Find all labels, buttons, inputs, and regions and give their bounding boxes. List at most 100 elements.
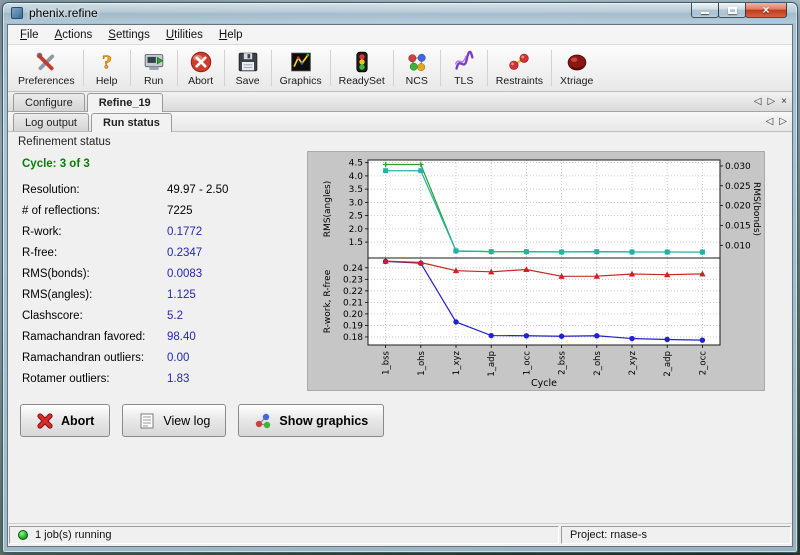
svg-text:?: ?	[102, 52, 112, 74]
stat-value: 7225	[167, 205, 193, 217]
svg-text:0.23: 0.23	[343, 275, 363, 285]
toolbar-button-graphics[interactable]: Graphics	[273, 46, 329, 90]
minimize-icon	[701, 12, 709, 14]
svg-text:3.5: 3.5	[349, 185, 363, 195]
refinement-chart: 4.54.03.53.02.52.01.50.0300.0250.0200.01…	[308, 152, 764, 390]
status-row: R-free:0.2347	[18, 242, 308, 263]
show-graphics-button[interactable]: Show graphics	[238, 404, 384, 437]
cycle-label: Cycle: 3 of 3	[22, 158, 308, 170]
action-buttons: Abort View log	[20, 404, 782, 437]
menu-file[interactable]: File	[12, 27, 47, 43]
stat-label: Resolution:	[22, 184, 167, 196]
menu-actions[interactable]: Actions	[47, 27, 101, 43]
view-log-button[interactable]: View log	[122, 404, 226, 437]
toolbar-label: Graphics	[280, 75, 322, 87]
abort-button[interactable]: Abort	[20, 404, 110, 437]
svg-text:R-work, R-free: R-work, R-free	[323, 269, 333, 333]
toolbar-label: Help	[96, 75, 118, 87]
svg-text:Cycle: Cycle	[531, 378, 557, 389]
refinement-stats: Cycle: 3 of 3 Resolution:49.97 - 2.50# o…	[18, 152, 308, 390]
svg-text:4.5: 4.5	[349, 159, 363, 169]
window-body: File Actions Settings Utilities Help Pre…	[7, 24, 793, 547]
tab-run-status[interactable]: Run status	[91, 113, 172, 132]
app-window: phenix.refine × File Actions Settings Ut…	[2, 2, 798, 553]
toolbar-separator	[224, 50, 225, 86]
status-main-row: Cycle: 3 of 3 Resolution:49.97 - 2.50# o…	[18, 152, 782, 390]
toolbar-label: Restraints	[496, 75, 543, 87]
svg-text:0.030: 0.030	[725, 162, 751, 172]
restraints-icon	[506, 49, 532, 75]
status-row: Ramachandran favored:98.40	[18, 326, 308, 347]
title-bar[interactable]: phenix.refine ×	[3, 3, 797, 23]
sub-tab-nav: ◁ ▷	[766, 117, 787, 131]
menu-utilities[interactable]: Utilities	[158, 27, 211, 43]
status-row: Clashscore:5.2	[18, 305, 308, 326]
menu-help[interactable]: Help	[211, 27, 251, 43]
stat-value: 49.97 - 2.50	[167, 184, 228, 196]
status-row: Ramachandran outliers:0.00	[18, 347, 308, 368]
toolbar-button-ncs[interactable]: NCS	[395, 46, 439, 90]
jobs-status-cell: 1 job(s) running	[9, 526, 559, 544]
window-controls: ×	[692, 3, 787, 18]
toolbar-button-restraints[interactable]: Restraints	[489, 46, 550, 90]
stat-label: RMS(angles):	[22, 289, 167, 301]
svg-text:0.20: 0.20	[343, 310, 363, 320]
toolbar-separator	[487, 50, 488, 86]
toolbar-separator	[271, 50, 272, 86]
stat-value: 0.1772	[167, 226, 202, 238]
tab-scroll-right-icon[interactable]: ▷	[767, 97, 775, 107]
status-row: R-work:0.1772	[18, 221, 308, 242]
tab-close-icon[interactable]: ×	[781, 97, 787, 107]
toolbar-button-preferences[interactable]: Preferences	[11, 46, 82, 90]
toolbar-button-help[interactable]: ? Help	[85, 46, 129, 90]
svg-text:2_occ: 2_occ	[698, 351, 708, 376]
svg-text:1_bss: 1_bss	[382, 350, 392, 374]
toolbar-label: NCS	[406, 75, 428, 87]
toolbar-separator	[330, 50, 331, 86]
status-row: Resolution:49.97 - 2.50	[18, 179, 308, 200]
toolbar-button-xtriage[interactable]: Xtriage	[553, 46, 600, 90]
sub-tab-bar: Log output Run status ◁ ▷	[8, 112, 792, 132]
toolbar-button-readyset[interactable]: ReadySet	[332, 46, 392, 90]
log-page-icon	[138, 412, 156, 430]
minimize-button[interactable]	[691, 3, 719, 18]
window-title: phenix.refine	[29, 6, 98, 20]
tab-scroll-left-icon[interactable]: ◁	[754, 97, 762, 107]
tab-refine-19[interactable]: Refine_19	[87, 93, 163, 112]
toolbar-label: Preferences	[18, 75, 75, 87]
tab-configure[interactable]: Configure	[13, 93, 85, 111]
toolbar-button-save[interactable]: Save	[226, 46, 270, 90]
tab-log-output[interactable]: Log output	[13, 113, 89, 131]
toolbar-button-tls[interactable]: TLS	[442, 46, 486, 90]
menu-settings[interactable]: Settings	[100, 27, 158, 43]
view-log-button-label: View log	[163, 414, 210, 428]
project-status-cell: Project: rnase-s	[561, 526, 791, 544]
toolbar-separator	[393, 50, 394, 86]
stat-value: 1.125	[167, 289, 196, 301]
toolbar-button-run[interactable]: Run	[132, 46, 176, 90]
xtriage-icon	[564, 49, 590, 75]
status-bar: 1 job(s) running Project: rnase-s	[8, 523, 792, 546]
maximize-icon	[728, 7, 737, 14]
main-tab-bar: Configure Refine_19 ◁ ▷ ×	[8, 92, 792, 112]
stat-value: 0.0083	[167, 268, 202, 280]
toolbar-separator	[440, 50, 441, 86]
toolbar-button-abort[interactable]: Abort	[179, 46, 223, 90]
stat-label: RMS(bonds):	[22, 268, 167, 280]
run-icon	[141, 49, 167, 75]
status-row: Rotamer outliers:1.83	[18, 368, 308, 389]
svg-text:0.18: 0.18	[343, 333, 363, 343]
toolbar-label: TLS	[454, 75, 473, 87]
toolbar-label: Run	[144, 75, 163, 87]
maximize-button[interactable]	[718, 3, 746, 18]
svg-text:1_adp: 1_adp	[487, 351, 497, 377]
project-status-text: Project: rnase-s	[570, 529, 647, 541]
stat-value: 5.2	[167, 310, 183, 322]
close-button[interactable]: ×	[745, 3, 787, 18]
svg-text:2.0: 2.0	[349, 225, 364, 235]
svg-text:RMS(angles): RMS(angles)	[323, 181, 333, 237]
tls-icon	[451, 49, 477, 75]
subtab-scroll-left-icon[interactable]: ◁	[766, 117, 774, 127]
stat-value: 98.40	[167, 331, 196, 343]
subtab-scroll-right-icon[interactable]: ▷	[779, 117, 787, 127]
